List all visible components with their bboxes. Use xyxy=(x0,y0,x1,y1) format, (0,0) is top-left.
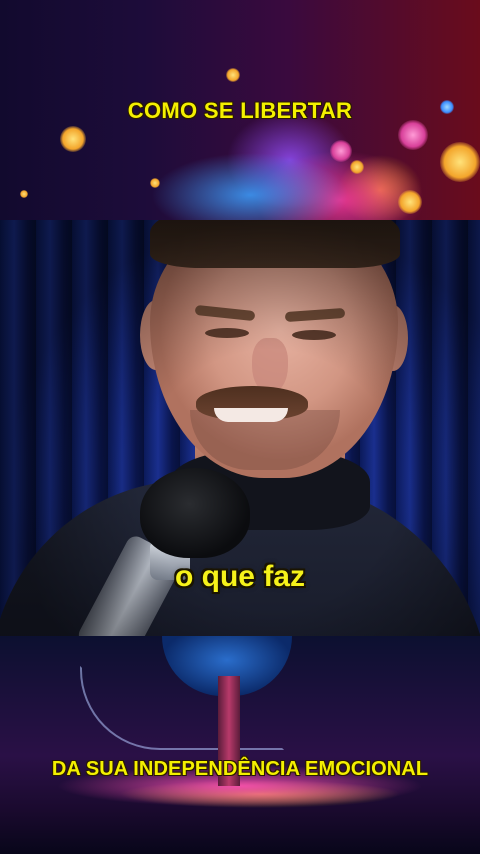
top-banner: COMO SE LIBERTAR xyxy=(0,0,480,220)
top-caption: COMO SE LIBERTAR xyxy=(127,98,353,123)
bottom-banner: DA SUA INDEPENDÊNCIA EMOCIONAL xyxy=(0,636,480,854)
video-frame: o que faz xyxy=(0,220,480,636)
bokeh-light xyxy=(60,126,86,152)
bokeh-light xyxy=(150,178,160,188)
subtitle-caption: o que faz xyxy=(174,560,305,593)
bokeh-light xyxy=(440,142,480,182)
bottom-caption: DA SUA INDEPENDÊNCIA EMOCIONAL xyxy=(51,758,429,780)
bokeh-light xyxy=(226,68,240,82)
bokeh-light xyxy=(398,190,422,214)
bokeh-light xyxy=(350,160,364,174)
bokeh-light xyxy=(330,140,352,162)
bokeh-light xyxy=(398,120,428,150)
bokeh-light xyxy=(20,190,28,198)
